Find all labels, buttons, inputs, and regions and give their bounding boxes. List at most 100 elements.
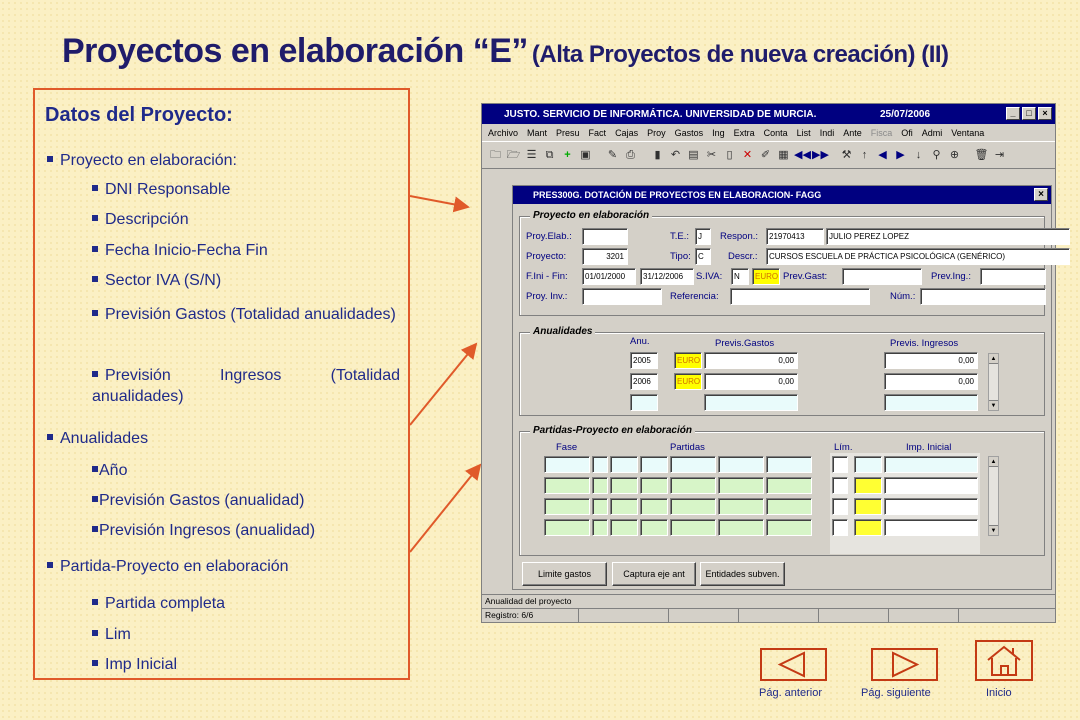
next-page-label[interactable]: Pág. siguiente (861, 687, 931, 699)
list-icon[interactable]: ☰ (524, 147, 539, 163)
fecha-fin-field[interactable]: 31/12/2006 (640, 268, 694, 285)
menu-extra[interactable]: Extra (734, 128, 755, 138)
trash-icon[interactable]: 🗑 (974, 147, 989, 163)
menu-admi[interactable]: Admi (922, 128, 943, 138)
scroll-up-icon[interactable]: ▲ (989, 354, 998, 364)
partida-cell[interactable] (884, 477, 978, 494)
maximize-button[interactable]: □ (1022, 107, 1036, 120)
partida-cell[interactable] (832, 519, 848, 536)
delete-icon[interactable]: ✕ (740, 147, 755, 163)
partida-cell[interactable] (640, 456, 668, 473)
partida-cell[interactable] (544, 519, 590, 536)
zoom-icon[interactable]: ⊕ (947, 147, 962, 163)
partida-cell[interactable] (610, 477, 638, 494)
anualidades-scrollbar[interactable]: ▲ ▼ (988, 353, 999, 411)
partida-cell[interactable] (766, 456, 812, 473)
table-icon[interactable]: ▦ (776, 147, 791, 163)
partida-cell[interactable] (766, 519, 812, 536)
form-close-button[interactable]: × (1034, 188, 1048, 201)
partida-cell[interactable] (718, 456, 764, 473)
menu-list[interactable]: List (797, 128, 811, 138)
partida-cell[interactable] (640, 477, 668, 494)
prev-page-label[interactable]: Pág. anterior (759, 687, 822, 699)
menu-ofi[interactable]: Ofi (901, 128, 913, 138)
next-icon[interactable]: ▶ (893, 147, 908, 163)
document-icon[interactable]: ▯ (722, 147, 737, 163)
menu-mant[interactable]: Mant (527, 128, 547, 138)
previs-gastos-field[interactable]: 0,00 (704, 352, 798, 369)
previs-gastos-field[interactable] (704, 394, 798, 411)
first-icon[interactable]: ◀◀ (794, 147, 811, 163)
folder-open-icon[interactable]: 🗁 (506, 147, 521, 163)
prev-icon[interactable]: ◀ (875, 147, 890, 163)
exit-icon[interactable]: ⇥ (992, 147, 1007, 163)
partida-cell[interactable] (766, 498, 812, 515)
menu-fact[interactable]: Fact (589, 128, 607, 138)
partida-cell[interactable] (832, 477, 848, 494)
anu-field[interactable]: 2005 (630, 352, 658, 369)
previs-gastos-field[interactable]: 0,00 (704, 373, 798, 390)
menu-ante[interactable]: Ante (843, 128, 862, 138)
num-field[interactable] (920, 288, 1046, 305)
entidades-subven-button[interactable]: Entidades subven. (700, 562, 785, 586)
undo-icon[interactable]: ↶ (668, 147, 683, 163)
partida-cell[interactable] (592, 456, 608, 473)
partida-cell[interactable] (670, 519, 716, 536)
menu-cajas[interactable]: Cajas (615, 128, 638, 138)
partida-cell[interactable] (884, 456, 978, 473)
partida-cell[interactable] (884, 519, 978, 536)
cut-icon[interactable]: ✂ (704, 147, 719, 163)
partida-cell[interactable] (544, 477, 590, 494)
limite-gastos-button[interactable]: Limite gastos (522, 562, 607, 586)
edit-icon[interactable]: ✎ (605, 147, 620, 163)
prev-gast-field[interactable] (842, 268, 922, 285)
partida-cell[interactable] (592, 519, 608, 536)
partida-cell[interactable] (670, 477, 716, 494)
copy-icon[interactable]: ⧉ (542, 147, 557, 163)
book-icon[interactable]: ▮ (650, 147, 665, 163)
partida-cell[interactable] (592, 498, 608, 515)
menu-ventana[interactable]: Ventana (951, 128, 984, 138)
scroll-down-icon[interactable]: ▼ (989, 400, 998, 410)
partida-cell[interactable] (592, 477, 608, 494)
menu-ing[interactable]: Ing (712, 128, 725, 138)
previs-ingresos-field[interactable]: 0,00 (884, 352, 978, 369)
menu-archivo[interactable]: Archivo (488, 128, 518, 138)
print-icon[interactable]: ⎙ (623, 147, 638, 163)
tipo-field[interactable]: C (695, 248, 711, 265)
save-icon[interactable]: ▣ (578, 147, 593, 163)
partida-cell[interactable] (610, 498, 638, 515)
fecha-inicio-field[interactable]: 01/01/2000 (582, 268, 636, 285)
minimize-button[interactable]: _ (1006, 107, 1020, 120)
home-label[interactable]: Inicio (986, 687, 1012, 699)
scroll-up-icon[interactable]: ▲ (989, 457, 998, 467)
partida-cell[interactable] (640, 519, 668, 536)
tool-icon[interactable]: ⚒ (839, 147, 854, 163)
last-icon[interactable]: ▶▶ (812, 147, 829, 163)
previs-ingresos-field[interactable]: 0,00 (884, 373, 978, 390)
respon-dni-field[interactable]: 21970413 (766, 228, 824, 245)
partida-cell[interactable] (610, 456, 638, 473)
menu-presu[interactable]: Presu (556, 128, 580, 138)
partidas-scrollbar[interactable]: ▲ ▼ (988, 456, 999, 536)
partida-cell[interactable] (544, 498, 590, 515)
anu-field[interactable]: 2006 (630, 373, 658, 390)
proy-elab-field[interactable] (582, 228, 628, 245)
partida-cell[interactable] (670, 498, 716, 515)
proyecto-field[interactable]: 3201 (582, 248, 628, 265)
scroll-down-icon[interactable]: ▼ (989, 525, 998, 535)
partida-cell[interactable] (854, 519, 882, 536)
search-icon[interactable]: ⚲ (929, 147, 944, 163)
partida-cell[interactable] (854, 477, 882, 494)
partida-cell[interactable] (640, 498, 668, 515)
partida-cell[interactable] (854, 498, 882, 515)
close-button[interactable]: × (1038, 107, 1052, 120)
next-page-button[interactable] (871, 648, 938, 681)
partida-cell[interactable] (718, 519, 764, 536)
proy-inv-field[interactable] (582, 288, 662, 305)
partida-cell[interactable] (718, 498, 764, 515)
up-icon[interactable]: ↑ (857, 147, 872, 163)
prev-ing-field[interactable] (980, 268, 1046, 285)
menu-conta[interactable]: Conta (764, 128, 788, 138)
referencia-field[interactable] (730, 288, 870, 305)
